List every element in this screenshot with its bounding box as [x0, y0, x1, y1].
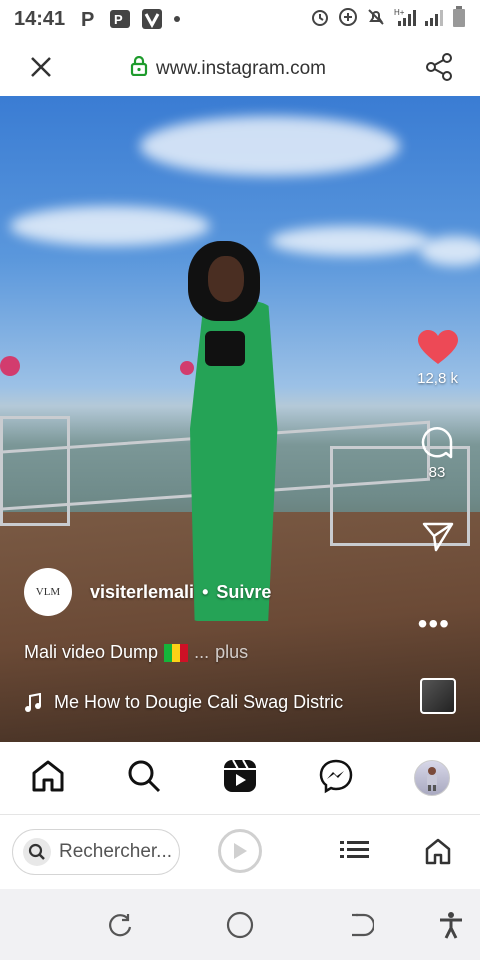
instagram-bottom-nav — [0, 742, 480, 814]
accessibility-icon[interactable] — [438, 911, 464, 944]
railing — [0, 416, 70, 526]
search-input[interactable]: Rechercher... — [12, 829, 180, 875]
signal-bars — [424, 7, 444, 32]
search-placeholder: Rechercher... — [59, 841, 172, 862]
caption-ellipsis: ... — [194, 642, 210, 662]
network-signal: H+ — [394, 7, 416, 32]
woman-top — [205, 331, 245, 366]
list-icon[interactable] — [340, 839, 370, 866]
url-text: www.instagram.com — [156, 58, 326, 79]
caption-text: Mali video Dump — [24, 642, 159, 662]
play-icon[interactable] — [218, 829, 262, 873]
notification-dot — [173, 15, 181, 23]
woman-face — [208, 256, 244, 302]
music-note-icon — [25, 692, 41, 712]
v-app-icon — [141, 8, 163, 30]
cloud — [270, 226, 430, 256]
comment-icon — [421, 427, 453, 459]
parking-icon: P — [79, 8, 99, 30]
status-bar: 14:41 P P H+ — [0, 0, 480, 38]
author-username[interactable]: visiterlemali — [90, 582, 194, 603]
reel-video[interactable]: 12,8 k 83 ••• VLM visiterlemali • Suivre… — [0, 96, 480, 742]
data-saver-icon — [338, 7, 358, 32]
flowers — [180, 361, 194, 375]
caption-more-link[interactable]: plus — [215, 642, 248, 663]
home-icon[interactable] — [30, 758, 66, 799]
avatar-text: VLM — [35, 586, 61, 598]
url-display[interactable]: www.instagram.com — [130, 55, 326, 82]
mali-flag-icon — [164, 643, 189, 662]
network-type: H+ — [394, 8, 405, 17]
cloud — [140, 116, 400, 176]
reel-author: VLM visiterlemali • Suivre — [24, 568, 271, 616]
comment-count: 83 — [428, 464, 446, 481]
alarm-icon — [310, 7, 330, 32]
like-button[interactable]: 12,8 k — [417, 330, 458, 387]
search-icon — [23, 838, 51, 866]
messenger-icon[interactable] — [318, 758, 354, 799]
svg-text:P: P — [114, 12, 123, 27]
search-icon[interactable] — [126, 758, 162, 799]
send-icon[interactable] — [422, 520, 454, 557]
reel-caption[interactable]: Mali video Dump ... plus — [24, 642, 248, 663]
heart-icon — [417, 330, 458, 364]
share-icon[interactable] — [424, 52, 454, 87]
author-avatar[interactable]: VLM — [24, 568, 72, 616]
recents-icon[interactable] — [106, 911, 134, 944]
svg-text:P: P — [81, 9, 94, 30]
home-icon[interactable] — [424, 837, 452, 870]
reel-music[interactable]: Me How to Dougie Cali Swag Distric — [24, 692, 394, 713]
back-icon[interactable] — [346, 911, 376, 944]
follow-button[interactable]: Suivre — [216, 582, 271, 603]
music-track: Me How to Dougie Cali Swag Distric — [54, 692, 344, 712]
cloud — [10, 206, 210, 246]
close-icon[interactable] — [28, 54, 54, 80]
profile-avatar[interactable] — [414, 760, 450, 796]
more-options-icon[interactable]: ••• — [418, 608, 450, 640]
reels-icon[interactable] — [222, 758, 258, 799]
browser-bottom-bar: Rechercher... — [0, 815, 480, 889]
separator-dot: • — [202, 581, 209, 602]
lock-icon — [130, 55, 148, 82]
like-count: 12,8 k — [417, 370, 458, 387]
browser-url-bar: www.instagram.com — [0, 38, 480, 96]
audio-album-thumbnail[interactable] — [420, 678, 456, 714]
home-circle-icon[interactable] — [226, 911, 254, 944]
status-time: 14:41 — [14, 7, 66, 30]
mute-icon — [366, 7, 386, 32]
park-app-icon: P — [109, 8, 131, 30]
battery-icon — [452, 5, 466, 33]
cloud — [420, 236, 480, 266]
profile-person-icon — [427, 767, 437, 791]
comment-button[interactable]: 83 — [420, 426, 454, 481]
android-nav-bar — [0, 889, 480, 960]
flowers — [0, 356, 20, 376]
